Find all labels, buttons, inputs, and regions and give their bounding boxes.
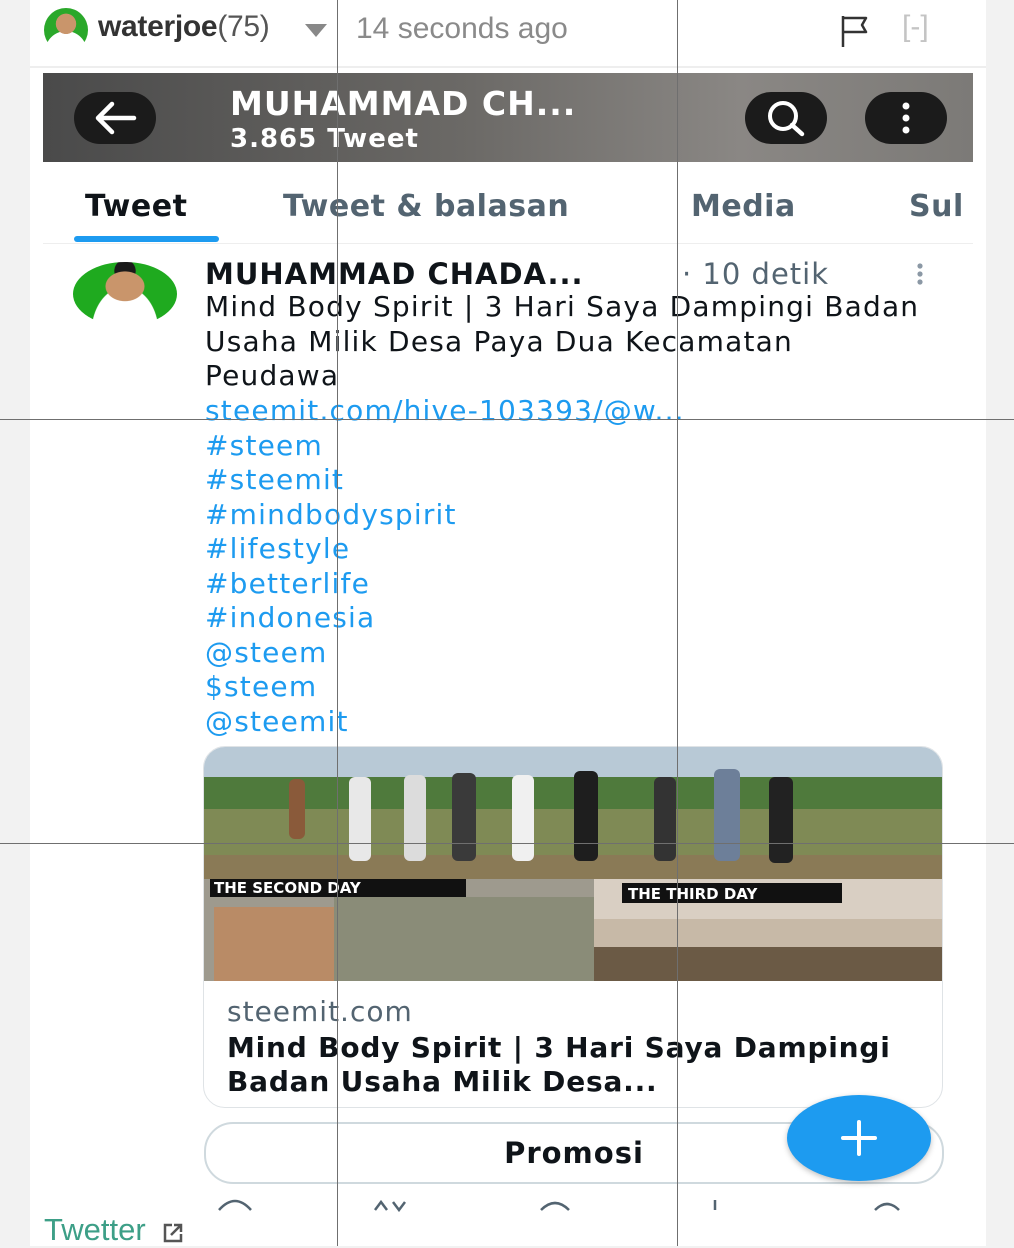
link-card-title: Mind Body Spirit | 3 Hari Saya Dampingi … bbox=[227, 1031, 891, 1098]
mention-steemit[interactable]: @steemit bbox=[205, 705, 349, 739]
link-preview-photo: THE SECOND DAY THE THIRD DAY bbox=[204, 747, 942, 981]
active-tab-indicator bbox=[74, 236, 219, 242]
back-arrow-icon bbox=[95, 101, 137, 135]
flag-icon[interactable] bbox=[840, 14, 870, 48]
link-card-domain: steemit.com bbox=[227, 995, 413, 1028]
grid-line bbox=[0, 843, 1014, 844]
back-button[interactable] bbox=[74, 92, 156, 144]
comment-header: waterjoe(75) 14 seconds ago [-] bbox=[0, 0, 1014, 66]
comment-timestamp[interactable]: 14 seconds ago bbox=[356, 12, 568, 46]
profile-name: MUHAMMAD CH... bbox=[230, 84, 577, 123]
reply-icon bbox=[218, 1199, 252, 1211]
tweet-actions-row bbox=[218, 1199, 900, 1212]
profile-tabs: Tweet Tweet & balasan Media Sul bbox=[43, 165, 973, 245]
plus-icon bbox=[841, 1120, 877, 1156]
search-button[interactable] bbox=[745, 92, 827, 144]
share-icon bbox=[874, 1202, 900, 1211]
author-dropdown-icon[interactable] bbox=[305, 24, 327, 37]
compose-tweet-button[interactable] bbox=[787, 1095, 931, 1181]
mention-steem[interactable]: @steem bbox=[205, 636, 328, 670]
tab-suka[interactable]: Sul bbox=[909, 189, 964, 224]
retweet-icon bbox=[374, 1199, 406, 1212]
tab-tweet-replies[interactable]: Tweet & balasan bbox=[283, 189, 569, 224]
hashtag-indonesia[interactable]: #indonesia bbox=[205, 601, 375, 635]
search-icon bbox=[768, 101, 805, 137]
hashtag-steem[interactable]: #steem bbox=[205, 429, 323, 463]
collapse-toggle[interactable]: [-] bbox=[902, 10, 929, 44]
hashtag-lifestyle[interactable]: #lifestyle bbox=[205, 532, 350, 566]
hashtag-betterlife[interactable]: #betterlife bbox=[205, 567, 370, 601]
photo-label-third-day: THE THIRD DAY bbox=[628, 885, 758, 903]
author-reputation: (75) bbox=[217, 10, 270, 43]
tweet-count: 3.865 Tweet bbox=[230, 124, 419, 154]
more-button[interactable] bbox=[865, 92, 947, 144]
cashtag-steem[interactable]: $steem bbox=[205, 670, 317, 704]
source-link[interactable]: Twetter bbox=[44, 1212, 146, 1248]
hashtag-steemit[interactable]: #steemit bbox=[205, 463, 344, 497]
tweet-more-icon[interactable] bbox=[914, 262, 926, 286]
tweet-link-url[interactable]: steemit.com/hive-103393/@w... bbox=[205, 394, 685, 428]
tweet-author[interactable]: MUHAMMAD CHADA... bbox=[205, 257, 584, 291]
external-link-icon[interactable] bbox=[162, 1222, 184, 1244]
author-avatar[interactable] bbox=[44, 8, 88, 52]
author-name[interactable]: waterjoe(75) bbox=[98, 10, 270, 44]
hashtag-mindbodyspirit[interactable]: #mindbodyspirit bbox=[205, 498, 457, 532]
tweet-text: Mind Body Spirit | 3 Hari Saya Dampingi … bbox=[205, 290, 920, 393]
more-vertical-icon bbox=[902, 102, 910, 134]
author-username[interactable]: waterjoe bbox=[98, 10, 218, 43]
link-preview-card[interactable]: THE SECOND DAY THE THIRD DAY steemit.com… bbox=[203, 746, 943, 1108]
tweet-avatar[interactable] bbox=[73, 262, 177, 326]
tab-tweet[interactable]: Tweet bbox=[85, 189, 187, 224]
tweet-time[interactable]: · 10 detik bbox=[682, 257, 829, 291]
grid-line bbox=[337, 0, 338, 1246]
photo-label-second-day: THE SECOND DAY bbox=[214, 879, 362, 897]
header-divider bbox=[30, 66, 986, 68]
grid-line bbox=[0, 419, 1014, 420]
tabs-divider bbox=[43, 243, 973, 244]
like-icon bbox=[540, 1201, 570, 1211]
tab-media[interactable]: Media bbox=[691, 189, 796, 224]
grid-line bbox=[677, 0, 678, 1246]
